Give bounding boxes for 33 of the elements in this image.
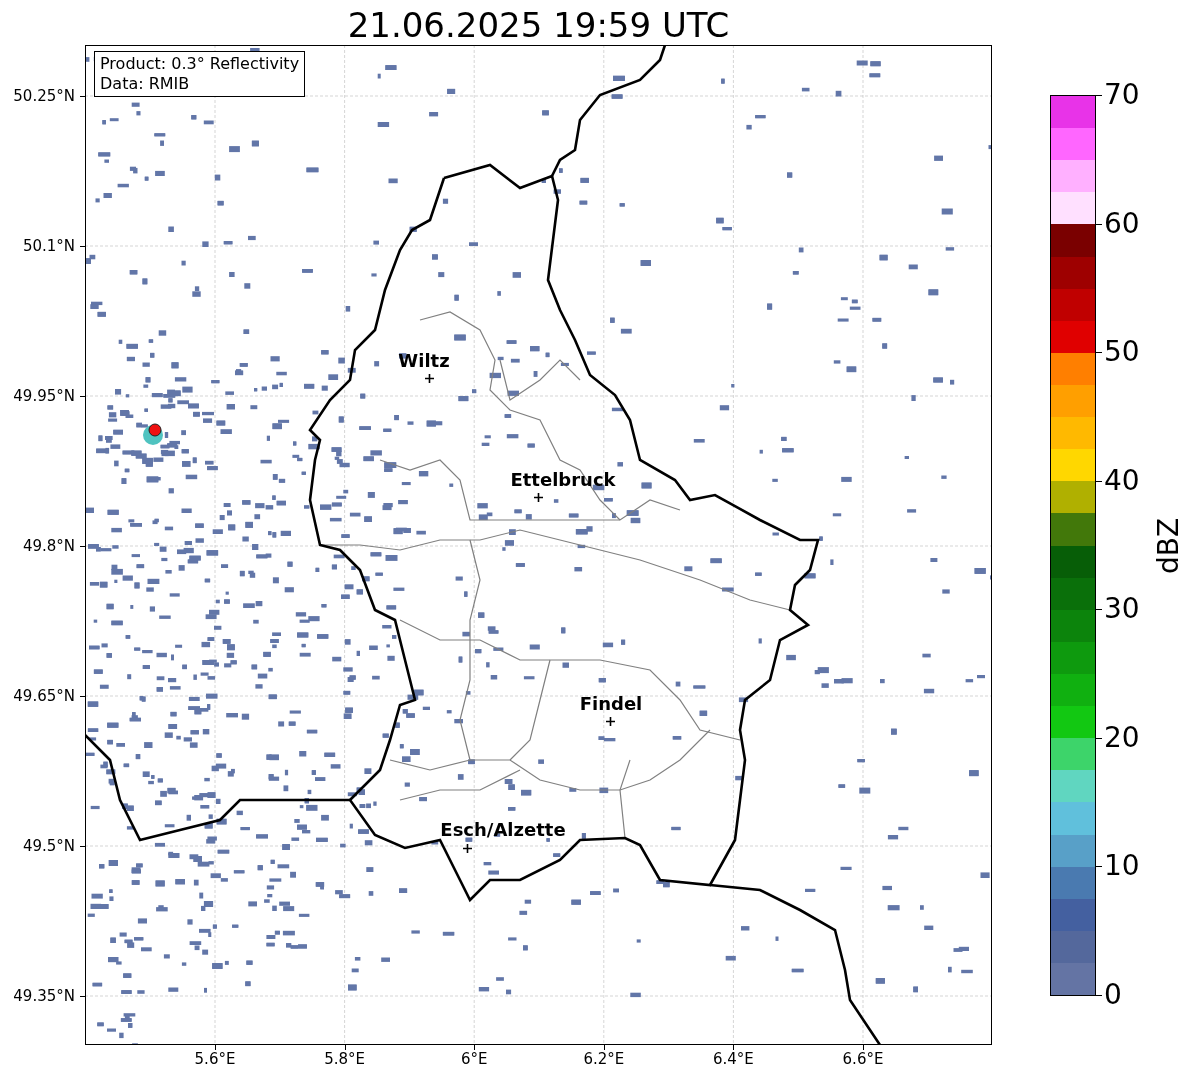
colorbar-tick-label: 10 — [1104, 850, 1140, 883]
axis-tick-label: 49.8°N — [22, 537, 75, 555]
axis-tick-label: 5.6°E — [194, 1050, 236, 1068]
chart-title: 21.06.2025 19:59 UTC — [346, 4, 731, 46]
axis-tick-label: 6.2°E — [583, 1050, 625, 1068]
colorbar-tick-label: 50 — [1104, 336, 1140, 369]
plus-marker-icon — [605, 716, 615, 726]
plus-marker-icon — [533, 492, 543, 502]
info-text: Data: RMIB — [100, 74, 191, 94]
axis-tick-label: 5.8°E — [324, 1050, 365, 1068]
colorbar-tick-label: 20 — [1104, 721, 1140, 754]
colorbar-tick-label: 30 — [1104, 593, 1140, 626]
place-label: Wiltz — [398, 351, 450, 371]
place-label: Findel — [579, 694, 643, 714]
colorbar-label: dBZ — [1153, 517, 1184, 575]
axis-tick-label: 49.65°N — [13, 687, 75, 705]
colorbar-tick-label: 70 — [1104, 79, 1140, 111]
axis-tick-label: 6.6°E — [842, 1050, 884, 1068]
place-label: Ettelbruck — [510, 470, 616, 490]
axis-tick-label: 50.1°N — [22, 237, 75, 255]
axis-tick-label: 49.95°N — [13, 387, 75, 405]
colorbar-tick-label: 60 — [1104, 207, 1140, 240]
colorbar-tick-label: 0 — [1104, 979, 1122, 1011]
colorbar-tick-label: 40 — [1104, 464, 1140, 497]
plus-marker-icon — [424, 373, 434, 383]
info-text: Product: 0.3° Reflectivity — [100, 54, 300, 74]
axis-tick-label: 49.5°N — [22, 837, 75, 855]
axis-tick-label: 49.35°N — [13, 987, 75, 1005]
place-label: Esch/Alzette — [440, 820, 566, 840]
axis-tick-label: 50.25°N — [13, 87, 75, 105]
axis-tick-label: 6.4°E — [712, 1050, 754, 1068]
axis-tick-label: 6°E — [460, 1050, 488, 1068]
plus-marker-icon — [462, 843, 472, 853]
